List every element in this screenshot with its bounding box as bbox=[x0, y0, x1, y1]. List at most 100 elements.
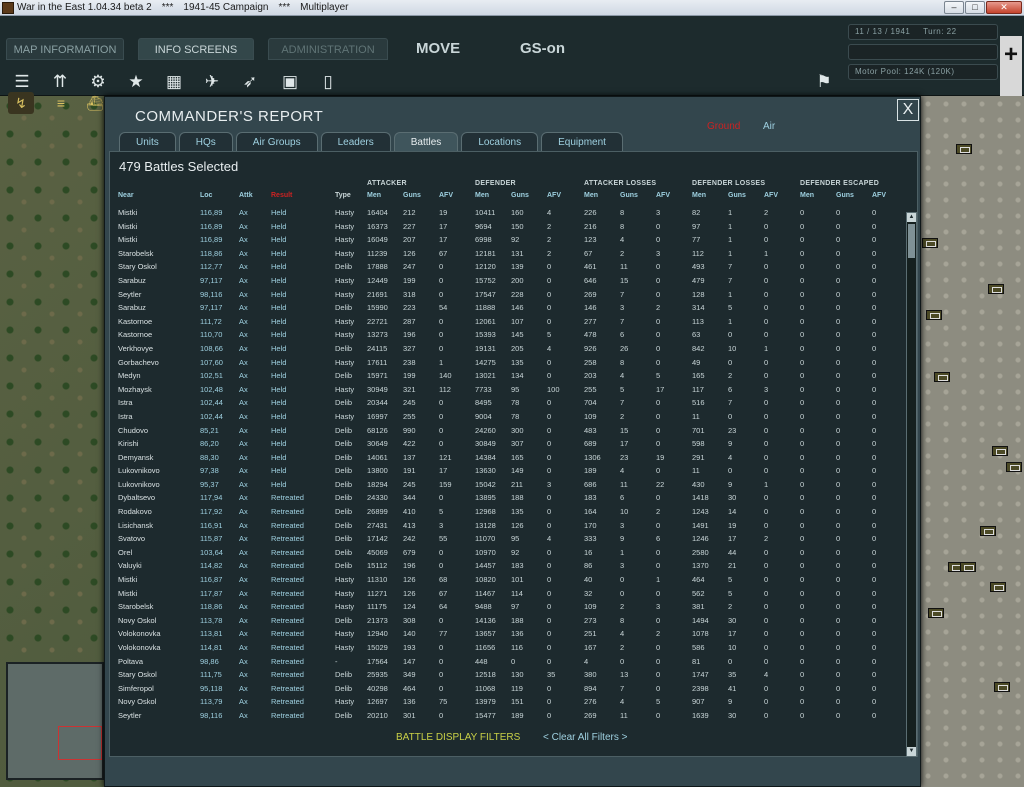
ground-filter-button[interactable]: Ground bbox=[707, 121, 740, 132]
column-header-att-men[interactable]: Men bbox=[367, 192, 381, 199]
column-header-de-guns[interactable]: Guns bbox=[836, 192, 854, 199]
column-header-dl-afv[interactable]: AFV bbox=[764, 192, 778, 199]
table-row[interactable]: Novy Oskol 113,79 Ax Retreated Hasty 12697 136… bbox=[110, 695, 904, 709]
unit-counter[interactable] bbox=[926, 310, 942, 320]
battles-table[interactable]: Mistki 116,89 Ax Held Hasty 16404 212 19 10411 16… bbox=[110, 206, 904, 757]
unit-counter[interactable] bbox=[960, 562, 976, 572]
clear-all-filters-button[interactable]: < Clear All Filters > bbox=[543, 732, 627, 743]
unit-counter[interactable] bbox=[988, 284, 1004, 294]
column-header-att-afv[interactable]: AFV bbox=[439, 192, 453, 199]
document-icon[interactable]: ▯ bbox=[314, 68, 342, 96]
air-filter-button[interactable]: Air bbox=[763, 121, 775, 132]
column-header-type[interactable]: Type bbox=[335, 192, 351, 199]
flag-icon[interactable]: ⚑ bbox=[810, 68, 838, 96]
tab-map-information[interactable]: MAP INFORMATION bbox=[6, 38, 124, 60]
column-header-de-men[interactable]: Men bbox=[800, 192, 814, 199]
tab-locations[interactable]: Locations bbox=[461, 132, 539, 151]
column-header-de-afv[interactable]: AFV bbox=[872, 192, 886, 199]
close-report-button[interactable]: X bbox=[897, 99, 919, 121]
table-row[interactable]: Istra 102,44 Ax Held Hasty 16997 255 0 9004 78 0 10… bbox=[110, 410, 904, 424]
column-header-def-guns[interactable]: Guns bbox=[511, 192, 529, 199]
table-row[interactable]: Mozhaysk 102,48 Ax Held Hasty 30949 321 112 7733… bbox=[110, 383, 904, 397]
table-row[interactable]: Istra 102,44 Ax Held Delib 20344 245 0 8495 78 0 70… bbox=[110, 396, 904, 410]
table-row[interactable]: Kastornoe 111,72 Ax Held Hasty 22721 287 0 12061… bbox=[110, 315, 904, 329]
table-row[interactable]: Simferopol 95,118 Ax Retreated Delib 40298 464… bbox=[110, 682, 904, 696]
table-row[interactable]: Lukovnikovo 95,37 Ax Held Delib 18294 245 159 15… bbox=[110, 478, 904, 492]
gs-toggle-button[interactable]: GS-on bbox=[520, 38, 565, 60]
table-row[interactable]: Svatovo 115,87 Ax Retreated Delib 17142 242 55 1… bbox=[110, 532, 904, 546]
table-row[interactable]: Lisichansk 116,91 Ax Retreated Delib 27431 413… bbox=[110, 519, 904, 533]
plane-icon[interactable]: ✈ bbox=[198, 68, 226, 96]
column-header-loc[interactable]: Loc bbox=[200, 192, 212, 199]
table-row[interactable]: Mistki 116,89 Ax Held Hasty 16049 207 17 6998 92 2… bbox=[110, 233, 904, 247]
table-row[interactable]: Sarabuz 97,117 Ax Held Delib 15990 223 54 11888 1… bbox=[110, 301, 904, 315]
factory-icon[interactable]: ▦ bbox=[160, 68, 188, 96]
column-header-near[interactable]: Near bbox=[118, 192, 134, 199]
table-row[interactable]: Lukovnikovo 97,38 Ax Held Delib 13800 191 17 136… bbox=[110, 464, 904, 478]
column-header-att-guns[interactable]: Guns bbox=[403, 192, 421, 199]
tab-air-groups[interactable]: Air Groups bbox=[235, 132, 318, 151]
table-row[interactable]: Kirishi 86,20 Ax Held Delib 30649 422 0 30849 307… bbox=[110, 437, 904, 451]
table-row[interactable]: Chudovo 85,21 Ax Held Delib 68126 990 0 24260 300… bbox=[110, 424, 904, 438]
column-header-result[interactable]: Result bbox=[271, 192, 292, 199]
minimap[interactable] bbox=[6, 662, 104, 780]
table-row[interactable]: Poltava 98,86 Ax Retreated - 17564 147 0 448 0 0 4 0… bbox=[110, 655, 904, 669]
table-row[interactable]: Kastornoe 110,70 Ax Held Hasty 13273 196 0 15393… bbox=[110, 328, 904, 342]
tab-administration[interactable]: ADMINISTRATION bbox=[268, 38, 388, 60]
tab-info-screens[interactable]: INFO SCREENS bbox=[138, 38, 254, 60]
battle-display-filters-button[interactable]: BATTLE DISPLAY FILTERS bbox=[396, 732, 520, 743]
table-row[interactable]: Seytler 98,116 Ax Retreated Delib 20210 301 0 15… bbox=[110, 709, 904, 723]
table-row[interactable]: Seytler 98,116 Ax Held Hasty 21691 318 0 17547 22… bbox=[110, 288, 904, 302]
tab-units[interactable]: Units bbox=[119, 132, 176, 151]
close-window-button[interactable]: ✕ bbox=[986, 1, 1022, 14]
tab-equipment[interactable]: Equipment bbox=[541, 132, 623, 151]
minimap-viewport[interactable] bbox=[58, 726, 102, 760]
unit-counter[interactable] bbox=[994, 682, 1010, 692]
scroll-thumb[interactable] bbox=[908, 224, 915, 258]
scroll-down-icon[interactable]: ▼ bbox=[907, 747, 916, 756]
table-row[interactable]: Volokonovka 113,81 Ax Retreated Hasty 12940 14… bbox=[110, 627, 904, 641]
table-row[interactable]: Starobelsk 118,86 Ax Held Hasty 11239 126 67 121… bbox=[110, 247, 904, 261]
table-row[interactable]: Mistki 116,89 Ax Held Hasty 16373 227 17 9694 150… bbox=[110, 220, 904, 234]
path-icon[interactable]: ↯ bbox=[8, 92, 34, 114]
table-row[interactable]: Medyn 102,51 Ax Held Delib 15971 199 140 13021 13… bbox=[110, 369, 904, 383]
unit-counter[interactable] bbox=[1006, 462, 1022, 472]
column-header-attk[interactable]: Attk bbox=[239, 192, 253, 199]
unit-counter[interactable] bbox=[956, 144, 972, 154]
clipboard-icon[interactable]: ▣ bbox=[276, 68, 304, 96]
table-row[interactable]: Verkhovye 108,66 Ax Held Delib 24115 327 0 19131… bbox=[110, 342, 904, 356]
table-row[interactable]: Demyansk 88,30 Ax Held Delib 14061 137 121 14384… bbox=[110, 451, 904, 465]
table-row[interactable]: Mistki 116,87 Ax Retreated Hasty 11310 126 68 10… bbox=[110, 573, 904, 587]
column-header-def-men[interactable]: Men bbox=[475, 192, 489, 199]
unit-counter[interactable] bbox=[980, 526, 996, 536]
rail-icon[interactable]: ≡ bbox=[48, 92, 74, 114]
unit-counter[interactable] bbox=[990, 582, 1006, 592]
table-row[interactable]: Mistki 116,89 Ax Held Hasty 16404 212 19 10411 16… bbox=[110, 206, 904, 220]
move-mode-button[interactable]: MOVE bbox=[416, 38, 460, 60]
column-header-dl-guns[interactable]: Guns bbox=[728, 192, 746, 199]
unit-counter[interactable] bbox=[992, 446, 1008, 456]
column-header-dl-men[interactable]: Men bbox=[692, 192, 706, 199]
table-row[interactable]: Dybaltsevo 117,94 Ax Retreated Delib 24330 344… bbox=[110, 491, 904, 505]
table-row[interactable]: Orel 103,64 Ax Retreated Delib 45069 679 0 10970… bbox=[110, 546, 904, 560]
table-scrollbar[interactable]: ▲ ▼ bbox=[906, 212, 917, 757]
table-row[interactable]: Rodakovo 117,92 Ax Retreated Delib 26899 410 5 1… bbox=[110, 505, 904, 519]
rocket-icon[interactable]: ➶ bbox=[236, 68, 264, 96]
table-row[interactable]: Stary Oskol 111,75 Ax Retreated Delib 25935 34… bbox=[110, 668, 904, 682]
maximize-button[interactable]: □ bbox=[965, 1, 985, 14]
column-header-al-afv[interactable]: AFV bbox=[656, 192, 670, 199]
tab-leaders[interactable]: Leaders bbox=[320, 132, 391, 151]
table-row[interactable]: Novy Oskol 113,78 Ax Retreated Delib 21373 308… bbox=[110, 614, 904, 628]
tab-battles[interactable]: Battles bbox=[393, 132, 459, 151]
unit-counter[interactable] bbox=[934, 372, 950, 382]
table-row[interactable]: Starobelsk 118,86 Ax Retreated Hasty 11175 124… bbox=[110, 600, 904, 614]
table-row[interactable]: Stary Oskol 112,77 Ax Held Delib 17888 247 0 121… bbox=[110, 260, 904, 274]
table-row[interactable]: Volokonovka 114,81 Ax Retreated Hasty 15029 19… bbox=[110, 641, 904, 655]
scroll-up-icon[interactable]: ▲ bbox=[907, 213, 916, 222]
table-row[interactable]: Gorbachevo 107,60 Ax Held Hasty 17611 238 1 1427… bbox=[110, 356, 904, 370]
tab-hqs[interactable]: HQs bbox=[178, 132, 233, 151]
game-map-east[interactable] bbox=[920, 96, 1024, 787]
table-row[interactable]: Mistki 117,87 Ax Retreated Hasty 11271 126 67 11… bbox=[110, 587, 904, 601]
minimize-button[interactable]: – bbox=[944, 1, 964, 14]
column-header-def-afv[interactable]: AFV bbox=[547, 192, 561, 199]
